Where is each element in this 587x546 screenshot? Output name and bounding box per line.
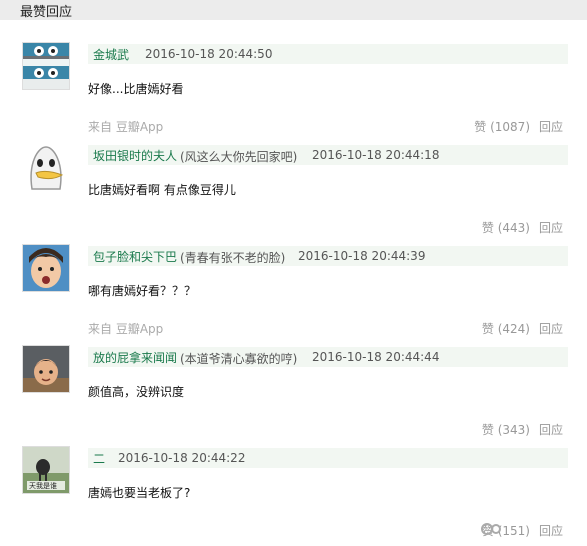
comment-item: 包子脸和尖下巴 (青春有张不老的脸) 2016-10-18 20:44:39 哪… <box>0 244 587 344</box>
avatar[interactable]: 天我是谁 <box>22 446 70 494</box>
comment-time: 2016-10-18 20:44:50 <box>145 47 273 61</box>
comment-meta: 二 2016-10-18 20:44:22 <box>88 448 568 468</box>
reply-button[interactable]: 回应 <box>539 320 563 337</box>
comment-meta: 包子脸和尖下巴 (青春有张不老的脸) 2016-10-18 20:44:39 <box>88 246 568 266</box>
comment-source: 来自 豆瓣App <box>88 322 164 336</box>
comment-item: 放的屁拿来闻闻 (本道爷清心寡欲的哼) 2016-10-18 20:44:44 … <box>0 345 587 445</box>
watermark-icon <box>481 523 501 535</box>
section-title: 最赞回应 <box>20 5 73 20</box>
avatar-caption: 天我是谁 <box>29 482 57 490</box>
section-header: 最赞回应 <box>0 0 587 20</box>
avatar[interactable] <box>22 244 70 292</box>
author-link[interactable]: 坂田银时的夫人 <box>93 147 177 164</box>
author-link[interactable]: 放的屁拿来闻闻 <box>93 349 177 366</box>
author-link[interactable]: 包子脸和尖下巴 <box>93 248 177 265</box>
comment-item: 坂田银时的夫人 (风这么大你先回家吧) 2016-10-18 20:44:18 … <box>0 143 587 243</box>
comment-time: 2016-10-18 20:44:39 <box>298 249 426 263</box>
comment-source: 来自 豆瓣App <box>88 120 164 134</box>
comment-meta: 坂田银时的夫人 (风这么大你先回家吧) 2016-10-18 20:44:18 <box>88 145 568 165</box>
like-button[interactable]: 赞 (443) <box>474 219 530 236</box>
comment-time: 2016-10-18 20:44:44 <box>312 350 440 364</box>
child-avatar-icon <box>23 346 69 392</box>
comment-meta: 放的屁拿来闻闻 (本道爷清心寡欲的哼) 2016-10-18 20:44:44 <box>88 347 568 367</box>
comment-text: 唐嫣也要当老板了? <box>88 486 191 500</box>
reply-button[interactable]: 回应 <box>539 219 563 236</box>
like-button[interactable]: 赞 (424) <box>474 320 530 337</box>
reply-button[interactable]: 回应 <box>539 522 563 539</box>
reply-button[interactable]: 回应 <box>539 118 563 135</box>
avatar[interactable] <box>22 143 70 191</box>
comment-text: 哪有唐嫣好看？？？ <box>88 284 197 298</box>
author-note: (青春有张不老的脸) <box>180 251 286 265</box>
comment-time: 2016-10-18 20:44:22 <box>118 451 246 465</box>
comment-text: 比唐嫣好看啊 有点像豆得儿 <box>88 183 236 197</box>
like-button[interactable]: 赞 (1087) <box>474 118 530 135</box>
reply-button[interactable]: 回应 <box>539 421 563 438</box>
ghost-avatar-icon <box>22 143 70 191</box>
comment-text: 颜值高，没辨识度 <box>88 385 185 399</box>
cat-avatar-icon <box>23 43 69 89</box>
like-button[interactable]: 赞 (343) <box>474 421 530 438</box>
author-link[interactable]: 二 <box>93 450 105 467</box>
comment-item: 金城武 2016-10-18 20:44:50 好像...比唐嫣好看 来自 豆瓣… <box>0 42 587 142</box>
avatar[interactable] <box>22 345 70 393</box>
author-note: (风这么大你先回家吧) <box>180 150 298 164</box>
comment-text: 好像...比唐嫣好看 <box>88 82 184 96</box>
author-note: (本道爷清心寡欲的哼) <box>180 352 298 366</box>
avatar[interactable] <box>22 42 70 90</box>
author-link[interactable]: 金城武 <box>93 46 129 63</box>
comment-time: 2016-10-18 20:44:18 <box>312 148 440 162</box>
comment-meta: 金城武 2016-10-18 20:44:50 <box>88 44 568 64</box>
person-avatar-icon <box>23 245 69 291</box>
